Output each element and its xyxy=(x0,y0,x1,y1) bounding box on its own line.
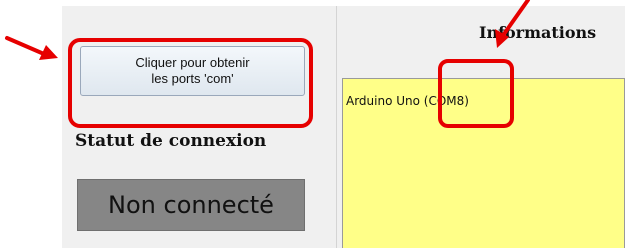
connection-panel: Cliquer pour obtenir les ports 'com' Sta… xyxy=(62,6,337,248)
information-title: Informations xyxy=(479,23,597,42)
com-ports-list[interactable]: Arduino Uno (COM8) xyxy=(342,78,625,248)
information-panel: Informations Arduino Uno (COM8) xyxy=(337,6,625,248)
com-port-list-item[interactable]: Arduino Uno (COM8) xyxy=(346,94,469,108)
app-window: Cliquer pour obtenir les ports 'com' Sta… xyxy=(0,0,625,248)
left-arrow-icon xyxy=(5,36,58,60)
get-com-ports-button[interactable]: Cliquer pour obtenir les ports 'com' xyxy=(80,46,305,96)
connection-status-badge: Non connecté xyxy=(77,179,305,231)
connection-status-title: Statut de connexion xyxy=(75,131,267,151)
